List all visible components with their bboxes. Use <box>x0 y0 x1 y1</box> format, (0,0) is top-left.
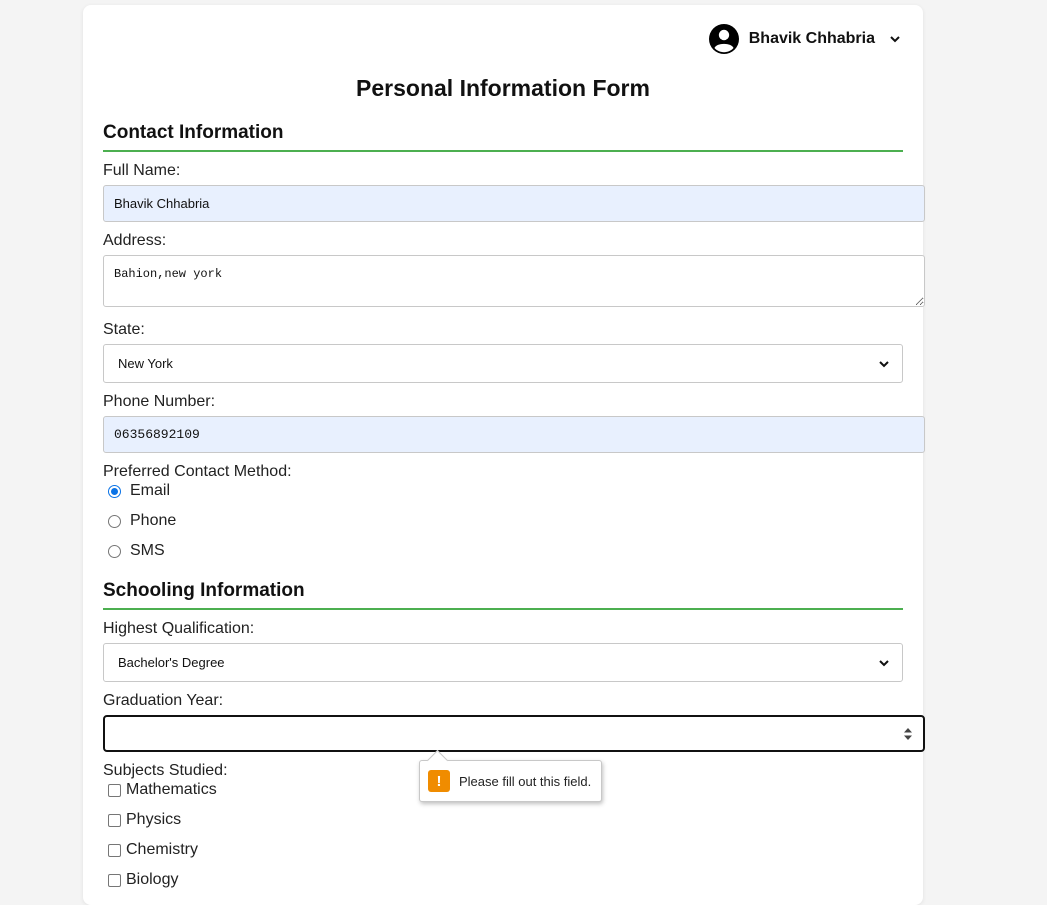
radio-option-email[interactable]: Email <box>108 482 170 500</box>
radio-option-sms[interactable]: SMS <box>108 542 165 560</box>
chevron-down-icon <box>879 360 889 367</box>
page-title: Personal Information Form <box>356 75 650 101</box>
checkbox-physics[interactable] <box>108 813 121 827</box>
phone-label: Phone Number: <box>103 393 216 410</box>
checkbox-option-mathematics[interactable]: Mathematics <box>108 781 217 799</box>
checkbox-option-physics[interactable]: Physics <box>108 811 181 829</box>
address-label: Address: <box>103 232 167 249</box>
chevron-down-icon <box>879 659 889 666</box>
spinner-arrows-icon[interactable] <box>903 727 913 741</box>
state-select-value: New York <box>118 356 173 371</box>
full-name-label: Full Name: <box>103 162 181 179</box>
state-select[interactable]: New York <box>103 344 903 383</box>
radio-email[interactable] <box>108 484 121 498</box>
checkbox-label: Physics <box>126 811 182 828</box>
subjects-label: Subjects Studied: <box>103 762 228 779</box>
state-label: State: <box>103 321 145 338</box>
form-card: Bhavik Chhabria Personal Information For… <box>83 5 925 905</box>
user-avatar-icon <box>708 24 739 54</box>
qualification-select[interactable]: Bachelor's Degree <box>103 643 903 682</box>
qualification-select-value: Bachelor's Degree <box>118 655 225 670</box>
address-textarea[interactable]: Bahion,new york <box>103 255 925 307</box>
section-title-schooling: Schooling Information <box>103 580 903 610</box>
checkbox-option-biology[interactable]: Biology <box>108 871 178 889</box>
checkbox-mathematics[interactable] <box>108 783 121 797</box>
radio-label: SMS <box>130 542 165 559</box>
warning-icon: ! <box>428 770 450 792</box>
graduation-year-label: Graduation Year: <box>103 692 224 709</box>
chevron-down-icon <box>890 36 900 43</box>
user-name: Bhavik Chhabria <box>748 30 875 47</box>
checkbox-label: Chemistry <box>126 841 199 858</box>
contact-method-label: Preferred Contact Method: <box>103 463 292 480</box>
graduation-year-input[interactable] <box>103 715 925 752</box>
checkbox-option-chemistry[interactable]: Chemistry <box>108 841 198 859</box>
section-title-contact: Contact Information <box>103 122 903 152</box>
radio-phone[interactable] <box>108 514 121 528</box>
radio-sms[interactable] <box>108 544 121 558</box>
checkbox-label: Mathematics <box>126 781 217 798</box>
radio-label: Email <box>130 482 171 499</box>
checkbox-label: Biology <box>126 871 179 888</box>
radio-option-phone[interactable]: Phone <box>108 512 176 530</box>
qualification-label: Highest Qualification: <box>103 620 255 637</box>
user-menu[interactable]: Bhavik Chhabria <box>708 24 901 54</box>
radio-label: Phone <box>130 512 177 529</box>
validation-tooltip: ! Please fill out this field. <box>419 760 603 802</box>
checkbox-biology[interactable] <box>108 873 121 887</box>
phone-input[interactable] <box>103 416 925 453</box>
checkbox-chemistry[interactable] <box>108 843 121 857</box>
full-name-input[interactable] <box>103 185 925 222</box>
validation-message: Please fill out this field. <box>459 773 592 789</box>
